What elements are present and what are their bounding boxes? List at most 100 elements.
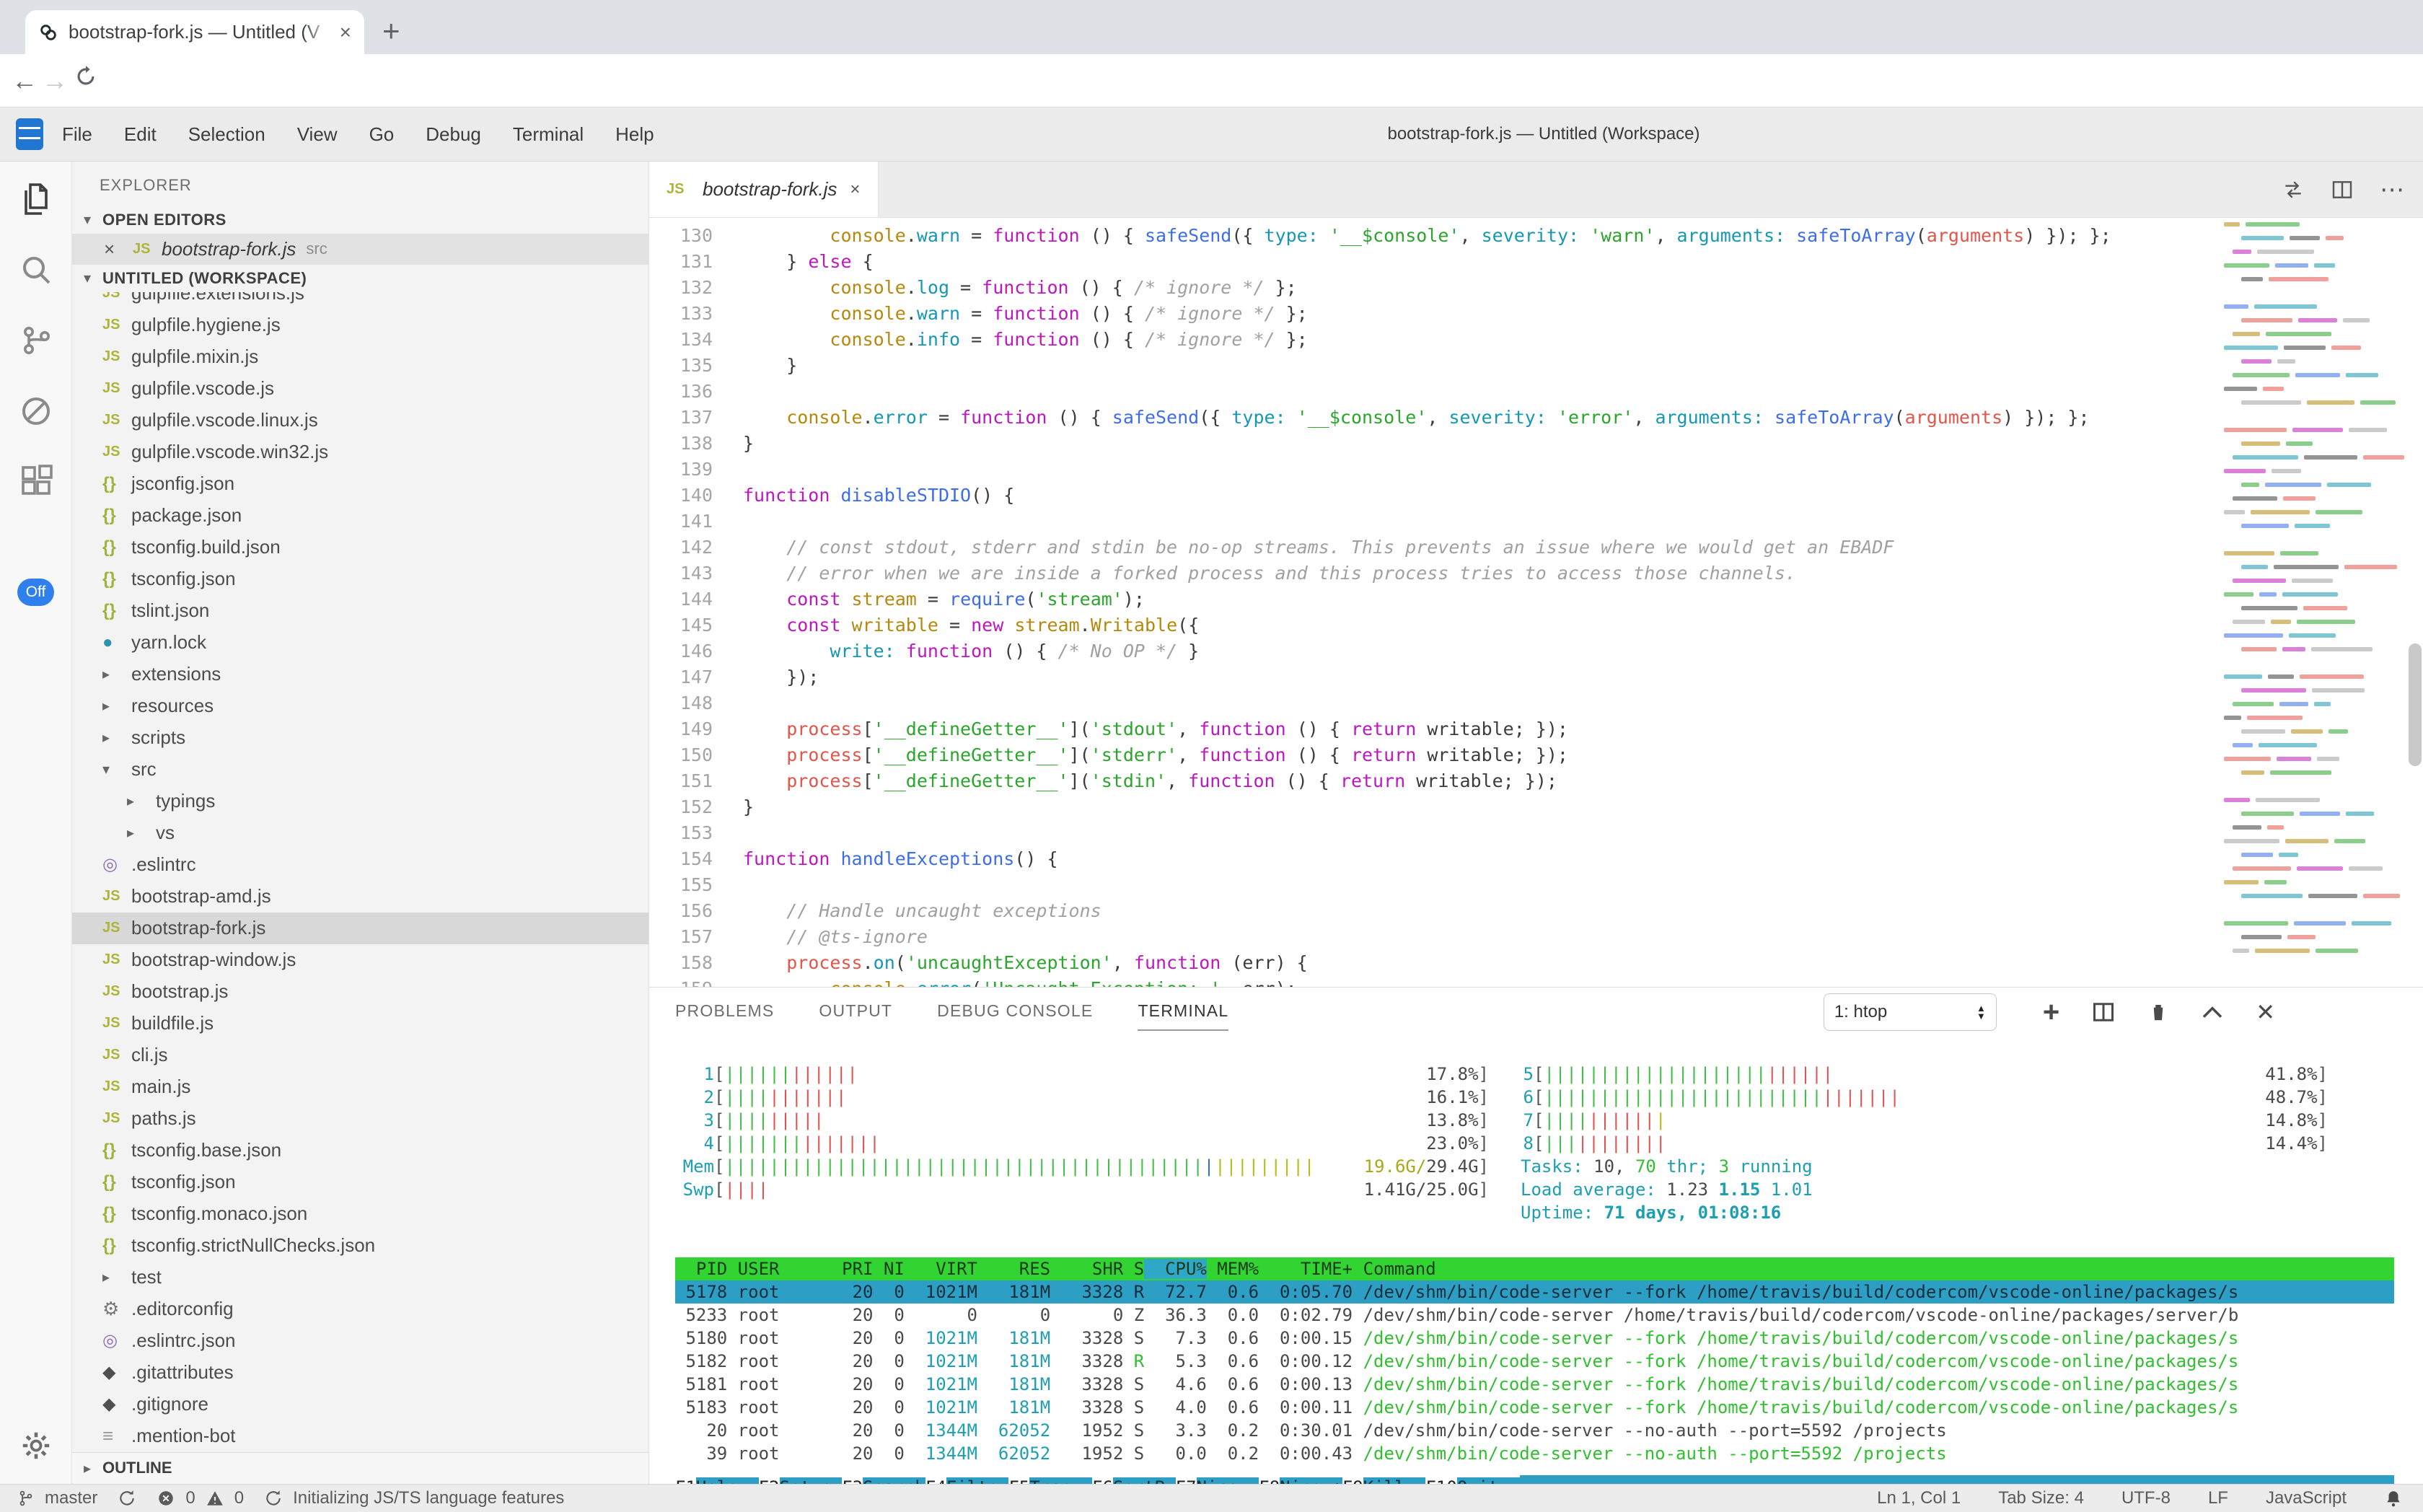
process-row[interactable]: 5233root200000Z36.30.00:02.79/dev/shm/bi… <box>675 1304 2394 1327</box>
file-item-.gitattributes[interactable]: ◆.gitattributes <box>72 1357 648 1389</box>
file-item-tsconfig.build.json[interactable]: {}tsconfig.build.json <box>72 532 648 563</box>
file-item-bootstrap-amd.js[interactable]: JSbootstrap-amd.js <box>72 881 648 913</box>
file-item-.editorconfig[interactable]: ⚙.editorconfig <box>72 1293 648 1325</box>
file-item-gulpfile.vscode.win32.js[interactable]: JSgulpfile.vscode.win32.js <box>72 436 648 468</box>
process-row[interactable]: 5180root2001021M181M3328S7.30.60:00.15/d… <box>675 1327 2394 1350</box>
encoding[interactable]: UTF-8 <box>2121 1488 2171 1508</box>
tab-close-icon[interactable]: × <box>340 21 351 44</box>
folder-item-typings[interactable]: ▸typings <box>72 786 648 817</box>
forward-icon[interactable]: → <box>42 66 68 96</box>
fkey-f1[interactable]: F1 <box>675 1477 696 1484</box>
minimap[interactable] <box>2218 218 2403 987</box>
panel-tab-output[interactable]: OUTPUT <box>819 1001 892 1025</box>
column-header-virt[interactable]: VIRT <box>905 1259 977 1279</box>
terminal-select[interactable]: 1: htop ▲▼ <box>1824 993 1997 1031</box>
terminal-view[interactable]: 1[||||||||||||17.8%]2[|||||||||||16.1%]3… <box>649 1038 2423 1484</box>
file-item-tsconfig.base.json[interactable]: {}tsconfig.base.json <box>72 1135 648 1166</box>
back-icon[interactable]: ← <box>12 66 38 96</box>
process-row[interactable]: 5178root2001021M181M3328R72.70.60:05.70/… <box>675 1280 2394 1304</box>
cursor-position[interactable]: Ln 1, Col 1 <box>1877 1488 1961 1508</box>
menu-help[interactable]: Help <box>615 123 654 146</box>
process-row[interactable]: 39root2001344M620521952S0.00.20:00.43/de… <box>675 1442 2394 1465</box>
file-item-.gitignore[interactable]: ◆.gitignore <box>72 1389 648 1420</box>
menu-debug[interactable]: Debug <box>426 123 481 146</box>
search-icon[interactable] <box>19 252 53 287</box>
file-item-gulpfile.vscode.js[interactable]: JSgulpfile.vscode.js <box>72 373 648 405</box>
fkey-label-nice +[interactable]: Nice + <box>1280 1477 1342 1484</box>
editor-scrollbar[interactable] <box>2409 643 2422 766</box>
file-item-bootstrap.js[interactable]: JSbootstrap.js <box>72 976 648 1008</box>
column-header-cpu%[interactable]: CPU% <box>1144 1259 1207 1279</box>
close-icon[interactable]: × <box>104 238 133 260</box>
process-row[interactable]: 20root2001344M620521952S3.30.20:30.01/de… <box>675 1419 2394 1442</box>
column-header-pri[interactable]: PRI <box>832 1259 874 1279</box>
workspace-header[interactable]: ▾ UNTITLED (WORKSPACE) <box>72 265 648 292</box>
process-row[interactable]: 5182root2001021M181M3328R5.30.60:00.12/d… <box>675 1350 2394 1373</box>
split-editor-icon[interactable] <box>2331 178 2354 201</box>
outline-header[interactable]: ▸ OUTLINE <box>72 1452 648 1484</box>
close-panel-icon[interactable]: ✕ <box>2256 998 2275 1027</box>
extensions-icon[interactable] <box>19 465 53 499</box>
warnings-icon[interactable] <box>206 1489 224 1508</box>
fkey-label-search[interactable]: Search <box>863 1477 925 1484</box>
fkey-f10[interactable]: F10 <box>1425 1477 1456 1484</box>
explorer-icon[interactable] <box>19 182 53 216</box>
file-item-main.js[interactable]: JSmain.js <box>72 1071 648 1103</box>
file-item-.eslintrc.json[interactable]: ◎.eslintrc.json <box>72 1325 648 1357</box>
column-header-user[interactable]: USER <box>727 1259 831 1279</box>
file-item-.mention-bot[interactable]: ≡.mention-bot <box>72 1420 648 1452</box>
column-header-time+[interactable]: TIME+ <box>1259 1259 1353 1279</box>
folder-item-extensions[interactable]: ▸extensions <box>72 659 648 690</box>
column-header-pid[interactable]: PID <box>675 1259 727 1279</box>
folder-item-vs[interactable]: ▸vs <box>72 817 648 849</box>
panel-tab-problems[interactable]: PROBLEMS <box>675 1001 774 1025</box>
browser-tab[interactable]: bootstrap-fork.js — Untitled (V × <box>25 10 364 54</box>
fkey-f7[interactable]: F7 <box>1176 1477 1197 1484</box>
fkey-label-filter[interactable]: Filter <box>946 1477 1009 1484</box>
branch-name[interactable]: master <box>45 1488 97 1508</box>
fkey-label-kill[interactable]: Kill <box>1363 1477 1426 1484</box>
new-tab-button[interactable]: + <box>382 16 400 46</box>
open-changes-icon[interactable] <box>2282 178 2305 201</box>
open-editors-header[interactable]: ▾ OPEN EDITORS <box>72 206 648 234</box>
errors-icon[interactable] <box>157 1489 175 1508</box>
file-item-tsconfig.json[interactable]: {}tsconfig.json <box>72 563 648 595</box>
open-editor-item[interactable]: × JS bootstrap-fork.js src <box>72 234 648 265</box>
code-editor[interactable]: 130 console.warn = function () { safeSen… <box>649 218 2423 987</box>
fkey-label-quit[interactable]: Quit <box>1457 1477 1520 1484</box>
telemetry-off-badge[interactable]: Off <box>17 579 55 606</box>
fkey-f3[interactable]: F3 <box>842 1477 863 1484</box>
more-actions-icon[interactable]: ⋯ <box>2380 175 2406 204</box>
fkey-f2[interactable]: F2 <box>759 1477 780 1484</box>
file-item-paths.js[interactable]: JSpaths.js <box>72 1103 648 1135</box>
file-item-cli.js[interactable]: JScli.js <box>72 1040 648 1071</box>
split-terminal-icon[interactable] <box>2091 1001 2116 1023</box>
file-item-yarn.lock[interactable]: ●yarn.lock <box>72 627 648 659</box>
column-header-command[interactable]: Command <box>1353 1259 2394 1279</box>
menu-go[interactable]: Go <box>369 123 395 146</box>
folder-item-src[interactable]: ▾src <box>72 754 648 786</box>
file-item-gulpfile.mixin.js[interactable]: JSgulpfile.mixin.js <box>72 341 648 373</box>
fkey-label-sortby[interactable]: SortBy <box>1113 1477 1176 1484</box>
menu-terminal[interactable]: Terminal <box>513 123 584 146</box>
fkey-label-setup[interactable]: Setup <box>780 1477 843 1484</box>
column-header-mem%[interactable]: MEM% <box>1207 1259 1259 1279</box>
column-header-shr[interactable]: SHR <box>1050 1259 1123 1279</box>
debug-icon[interactable] <box>19 394 53 428</box>
kill-terminal-icon[interactable] <box>2147 1000 2169 1024</box>
language-mode[interactable]: JavaScript <box>2266 1488 2347 1508</box>
file-item-jsconfig.json[interactable]: {}jsconfig.json <box>72 468 648 500</box>
column-header-ni[interactable]: NI <box>874 1259 905 1279</box>
coder-logo-icon[interactable] <box>16 118 43 150</box>
fkey-label-help[interactable]: Help <box>696 1477 759 1484</box>
panel-tab-terminal[interactable]: TERMINAL <box>1138 1001 1228 1025</box>
file-item-.eslintrc[interactable]: ◎.eslintrc <box>72 849 648 881</box>
folder-item-test[interactable]: ▸test <box>72 1262 648 1293</box>
column-header-res[interactable]: RES <box>977 1259 1050 1279</box>
eol[interactable]: LF <box>2208 1488 2228 1508</box>
file-item-bootstrap-window.js[interactable]: JSbootstrap-window.js <box>72 944 648 976</box>
fkey-f9[interactable]: F9 <box>1342 1477 1363 1484</box>
close-icon[interactable]: × <box>850 180 860 200</box>
fkey-label-nice -[interactable]: Nice - <box>1197 1477 1259 1484</box>
reload-icon[interactable] <box>74 64 98 89</box>
